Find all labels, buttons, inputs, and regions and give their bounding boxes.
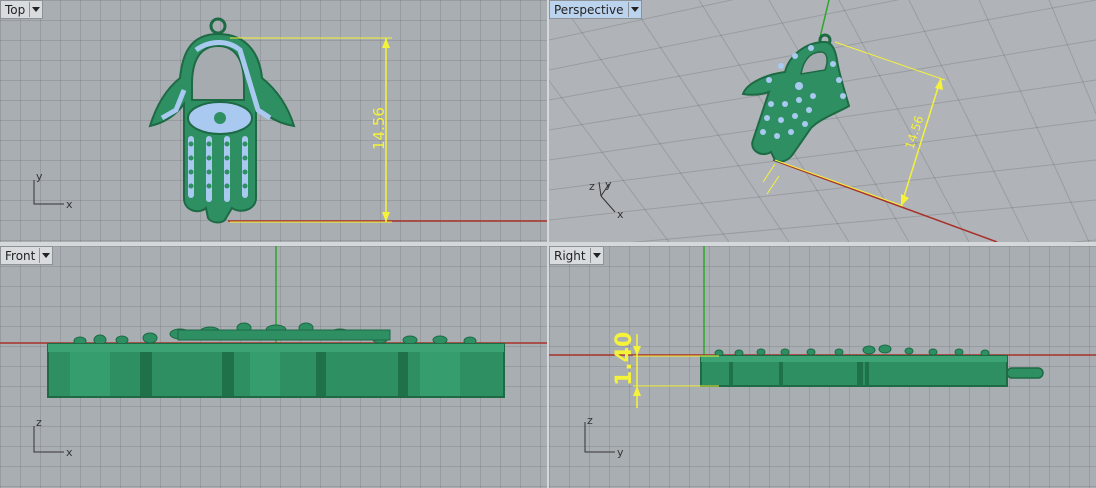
dropdown-arrow-icon [32,7,41,12]
arch-opening [191,44,245,101]
top-viewport-label: Top [5,2,26,17]
perspective-viewport-label: Perspective [554,2,624,17]
right-viewport-title[interactable]: Right [549,246,604,265]
svg-text:z: z [589,180,595,193]
front-viewport-label: Front [5,248,36,263]
top-viewport-title[interactable]: Top [0,0,44,19]
svg-text:x: x [66,446,73,459]
right-viewport-label: Right [554,248,586,263]
hamsa-model-top [148,17,296,224]
front-viewport-menu-button[interactable] [39,248,52,263]
perspective-viewport-title[interactable]: Perspective [549,0,642,19]
svg-text:x: x [617,208,624,221]
bail-ring [209,17,227,35]
perspective-viewport-canvas: 14.56 z y x [549,0,1096,242]
axis-gizmo-right: z y [584,414,624,459]
hamsa-model-front [47,322,505,398]
hamsa-model-perspective [741,33,851,163]
right-viewport[interactable]: Right 1.40 z y [549,246,1096,488]
x-axis-line [772,159,998,242]
top-viewport-canvas: 14.56 y x [33,17,547,224]
svg-text:z: z [36,416,42,429]
dimension-label-perspective: 14.56 [903,114,927,151]
axis-gizmo-top: y x [33,170,73,211]
svg-text:y: y [617,446,624,459]
bail-side [1006,367,1044,379]
dropdown-arrow-icon [592,253,601,258]
front-viewport[interactable]: Front z x [0,246,547,488]
right-viewport-canvas: 1.40 z y [549,246,1096,459]
perspective-viewport-menu-button[interactable] [627,2,641,17]
axis-gizmo-front: z x [33,416,73,459]
front-viewport-canvas: z x [0,246,547,459]
svg-text:x: x [66,198,73,211]
top-viewport[interactable]: Top 14.56 y x [0,0,547,242]
svg-text:y: y [36,170,43,183]
front-viewport-title[interactable]: Front [0,246,54,265]
eye-pupil [214,112,226,124]
perspective-viewport[interactable]: Perspective 14.56 z y x [549,0,1096,242]
svg-text:z: z [587,414,593,427]
dimension-label-top: 14.56 [370,107,388,150]
top-viewport-menu-button[interactable] [29,2,42,17]
hamsa-model-right [700,344,1044,387]
right-viewport-menu-button[interactable] [589,248,603,263]
svg-text:y: y [605,178,612,191]
dimension-label-right: 1.40 [612,332,637,386]
dropdown-arrow-icon [42,253,51,258]
dropdown-arrow-icon [630,7,639,12]
